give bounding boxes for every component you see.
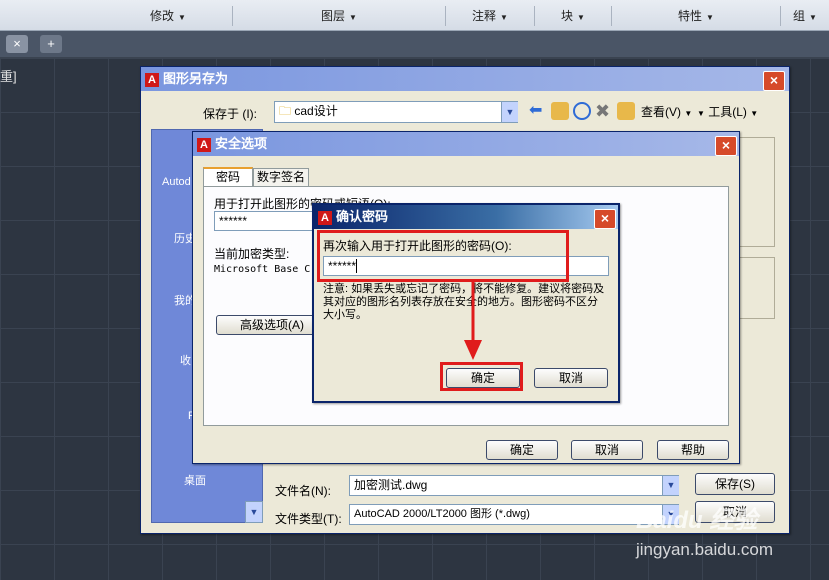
views-menu[interactable]: 查看(V) ▼: [641, 103, 692, 120]
chevron-down-icon[interactable]: ▼: [662, 476, 679, 495]
filename-value: 加密测试.dwg: [354, 478, 428, 492]
chevron-down-icon: ▼: [577, 13, 585, 22]
ribbon-group-label: 修改: [150, 9, 175, 23]
chevron-down-icon: ▼: [697, 109, 705, 118]
confirm-titlebar[interactable]: A 确认密码: [314, 205, 618, 229]
ribbon-group-label: 注释: [472, 9, 497, 23]
save-in-label: 保存于 (I):: [203, 107, 257, 121]
close-icon[interactable]: ×: [594, 209, 616, 229]
password-value: ******: [219, 214, 248, 228]
ribbon-group-block[interactable]: 块 ▼: [535, 6, 612, 26]
chevron-down-icon: ▼: [500, 13, 508, 22]
ribbon-group-label: 特性: [678, 9, 703, 23]
close-icon[interactable]: ×: [715, 136, 737, 156]
close-tab-icon[interactable]: ×: [6, 35, 28, 53]
password-input[interactable]: ******: [214, 211, 324, 231]
ribbon-group-label: 组: [793, 9, 806, 23]
save-in-combo[interactable]: 🗀 cad设计: [274, 101, 518, 123]
ribbon-group-properties[interactable]: 特性 ▼: [612, 6, 781, 26]
security-help-button[interactable]: 帮助: [657, 440, 729, 460]
security-ok-button[interactable]: 确定: [486, 440, 558, 460]
sidebar-item-desktop[interactable]: 桌面: [184, 472, 206, 488]
close-icon[interactable]: ×: [763, 71, 785, 91]
tab-label: 数字签名: [256, 170, 305, 184]
autocad-logo-icon: A: [145, 72, 159, 87]
security-cancel-button[interactable]: 取消: [571, 440, 643, 460]
chevron-down-icon: ▼: [684, 109, 693, 118]
search-web-icon[interactable]: [573, 102, 591, 120]
save-button[interactable]: 保存(S): [695, 473, 775, 495]
highlight-box-ok: [440, 362, 523, 391]
save-as-titlebar[interactable]: A 图形另存为: [141, 67, 789, 91]
chevron-down-icon: ▼: [706, 13, 714, 22]
back-arrow-icon[interactable]: ⬅: [529, 102, 547, 120]
chevron-down-icon: ▼: [349, 13, 357, 22]
annotation-arrow-icon: [464, 280, 482, 360]
tab-digital-signature[interactable]: 数字签名: [253, 168, 309, 186]
ribbon-panel-bar: 修改 ▼ 图层 ▼ 注释 ▼ 块 ▼ 特性 ▼ 组 ▼: [0, 0, 829, 31]
filename-input[interactable]: 加密测试.dwg: [349, 475, 679, 496]
chevron-down-icon: ▼: [178, 13, 186, 22]
watermark-url: jingyan.baidu.com: [636, 540, 774, 559]
up-folder-icon[interactable]: [551, 102, 569, 120]
chevron-down-icon: ▼: [809, 13, 817, 22]
sidebar-scroll-down[interactable]: ▼: [245, 501, 263, 523]
encryption-type-value: Microsoft Base Cr: [214, 264, 317, 275]
autocad-logo-icon: A: [197, 137, 211, 152]
tab-label: 密码: [215, 170, 240, 184]
save-in-value: cad设计: [294, 104, 338, 118]
tools-label: 工具(L): [708, 105, 747, 119]
ribbon-group-modify[interactable]: 修改 ▼: [104, 6, 233, 26]
filetype-select[interactable]: AutoCAD 2000/LT2000 图形 (*.dwg): [349, 504, 679, 525]
tab-password[interactable]: 密码: [203, 167, 253, 187]
tools-menu[interactable]: ▼ 工具(L) ▼: [697, 103, 758, 120]
encryption-type-label: 当前加密类型:: [214, 247, 290, 261]
new-tab-icon[interactable]: +: [40, 35, 62, 53]
ribbon-group-group[interactable]: 组 ▼: [781, 6, 829, 26]
delete-icon[interactable]: ✖: [595, 102, 613, 120]
security-titlebar[interactable]: A 安全选项: [193, 132, 739, 156]
ribbon-group-layers[interactable]: 图层 ▼: [233, 6, 446, 26]
views-label: 查看(V): [641, 105, 681, 119]
autocad-logo-icon: A: [318, 210, 332, 225]
filetype-label: 文件类型(T):: [275, 512, 342, 526]
folder-icon: 🗀: [279, 104, 292, 118]
sidebar-item-autodesk[interactable]: Autod: [162, 176, 191, 188]
dialog-title: 确认密码: [336, 209, 389, 224]
chevron-down-icon[interactable]: ▼: [501, 102, 518, 122]
ribbon-group-label: 块: [561, 9, 574, 23]
confirm-cancel-button[interactable]: 取消: [534, 368, 608, 388]
dialog-title: 图形另存为: [163, 71, 229, 86]
filename-label: 文件名(N):: [275, 484, 331, 498]
filetype-value: AutoCAD 2000/LT2000 图形 (*.dwg): [354, 508, 530, 520]
highlight-box-prompt: [317, 230, 569, 282]
ribbon-group-label: 图层: [321, 9, 346, 23]
dialog-title: 安全选项: [215, 136, 268, 151]
arrow-head: [464, 340, 482, 360]
new-folder-icon[interactable]: [617, 102, 635, 120]
sidebar-item-favorites[interactable]: 收: [180, 352, 191, 368]
document-tab-bar: × +: [0, 31, 829, 58]
canvas-text: 重]: [0, 69, 17, 84]
chevron-down-icon: ▼: [750, 109, 759, 118]
watermark-brand: Baidu 经验: [636, 507, 758, 534]
ribbon-group-annotation[interactable]: 注释 ▼: [446, 6, 535, 26]
